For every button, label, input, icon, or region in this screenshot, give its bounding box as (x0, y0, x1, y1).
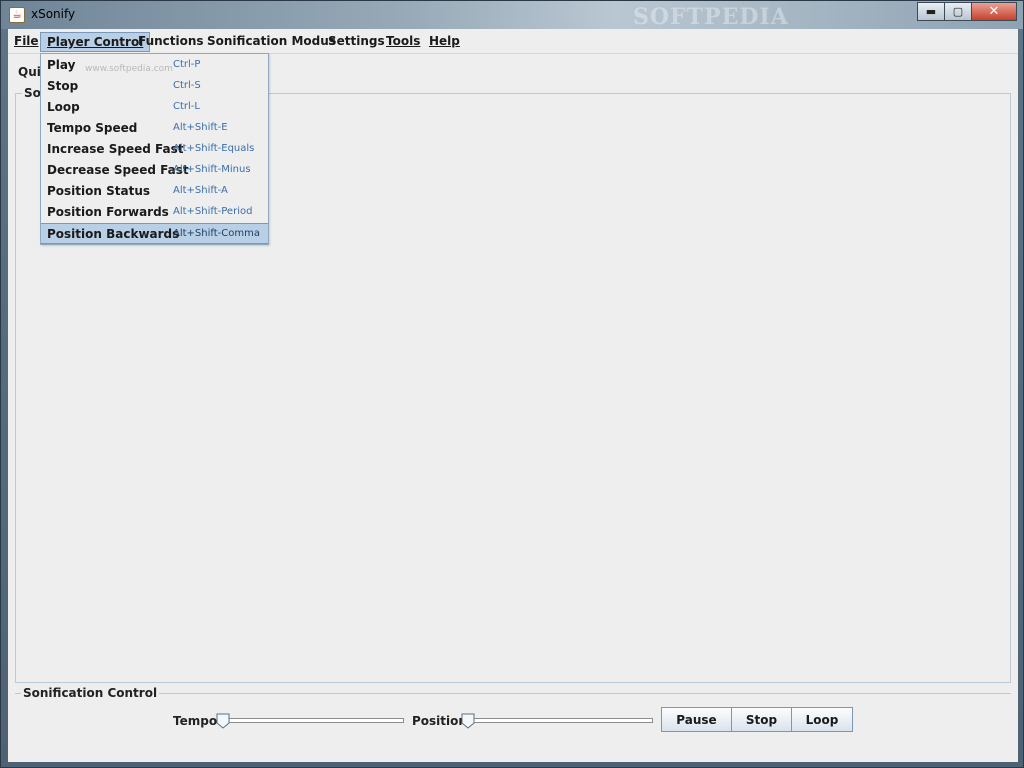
sonification-control-title: Sonification Control (21, 686, 160, 700)
menu-item-decrease-speed-fast[interactable]: Decrease Speed Fast Alt+Shift-Minus (41, 160, 268, 181)
window-controls: ▬ ▢ ✕ (917, 2, 1017, 21)
softpedia-watermark: SOFTPEDIA (633, 4, 789, 30)
title-bar[interactable]: ☕ xSonify SOFTPEDIA ▬ ▢ ✕ (1, 1, 1023, 30)
menu-help[interactable]: Help (423, 32, 466, 52)
client-area: File Player Control Functions Sonificati… (8, 29, 1018, 762)
player-control-dropdown: www.softpedia.com Play Ctrl-P Stop Ctrl-… (40, 53, 269, 245)
menu-tools[interactable]: Tools (380, 32, 426, 52)
pause-button[interactable]: Pause (661, 707, 732, 732)
stop-button[interactable]: Stop (731, 707, 792, 732)
menu-item-stop[interactable]: Stop Ctrl-S (41, 76, 268, 97)
menu-item-position-backwards[interactable]: Position Backwards Alt+Shift-Comma (41, 223, 268, 244)
tempo-slider-thumb[interactable] (216, 713, 230, 729)
menu-item-position-forwards[interactable]: Position Forwards Alt+Shift-Period (41, 202, 268, 223)
menu-functions[interactable]: Functions (132, 32, 210, 52)
tempo-label: Tempo (173, 714, 218, 728)
java-cup-icon[interactable]: ☕ (9, 7, 25, 23)
close-button[interactable]: ✕ (971, 2, 1017, 21)
loop-button[interactable]: Loop (791, 707, 853, 732)
menu-item-increase-speed-fast[interactable]: Increase Speed Fast Alt+Shift-Equals (41, 139, 268, 160)
position-slider-track[interactable] (468, 718, 653, 723)
tempo-slider-track[interactable] (224, 718, 404, 723)
window-title: xSonify (31, 7, 76, 21)
minimize-button[interactable]: ▬ (917, 2, 945, 21)
menu-item-position-status[interactable]: Position Status Alt+Shift-A (41, 181, 268, 202)
menu-sonification-modus[interactable]: Sonification Modus (201, 32, 342, 52)
menu-item-loop[interactable]: Loop Ctrl-L (41, 97, 268, 118)
menu-bar: File Player Control Functions Sonificati… (8, 29, 1018, 54)
menu-item-play[interactable]: Play Ctrl-P (41, 55, 268, 76)
position-slider-thumb[interactable] (461, 713, 475, 729)
app-window: ☕ xSonify SOFTPEDIA ▬ ▢ ✕ File Player Co… (0, 0, 1024, 768)
menu-item-tempo-speed[interactable]: Tempo Speed Alt+Shift-E (41, 118, 268, 139)
sonification-control-panel: Sonification Control (15, 686, 1011, 755)
maximize-button[interactable]: ▢ (944, 2, 972, 21)
